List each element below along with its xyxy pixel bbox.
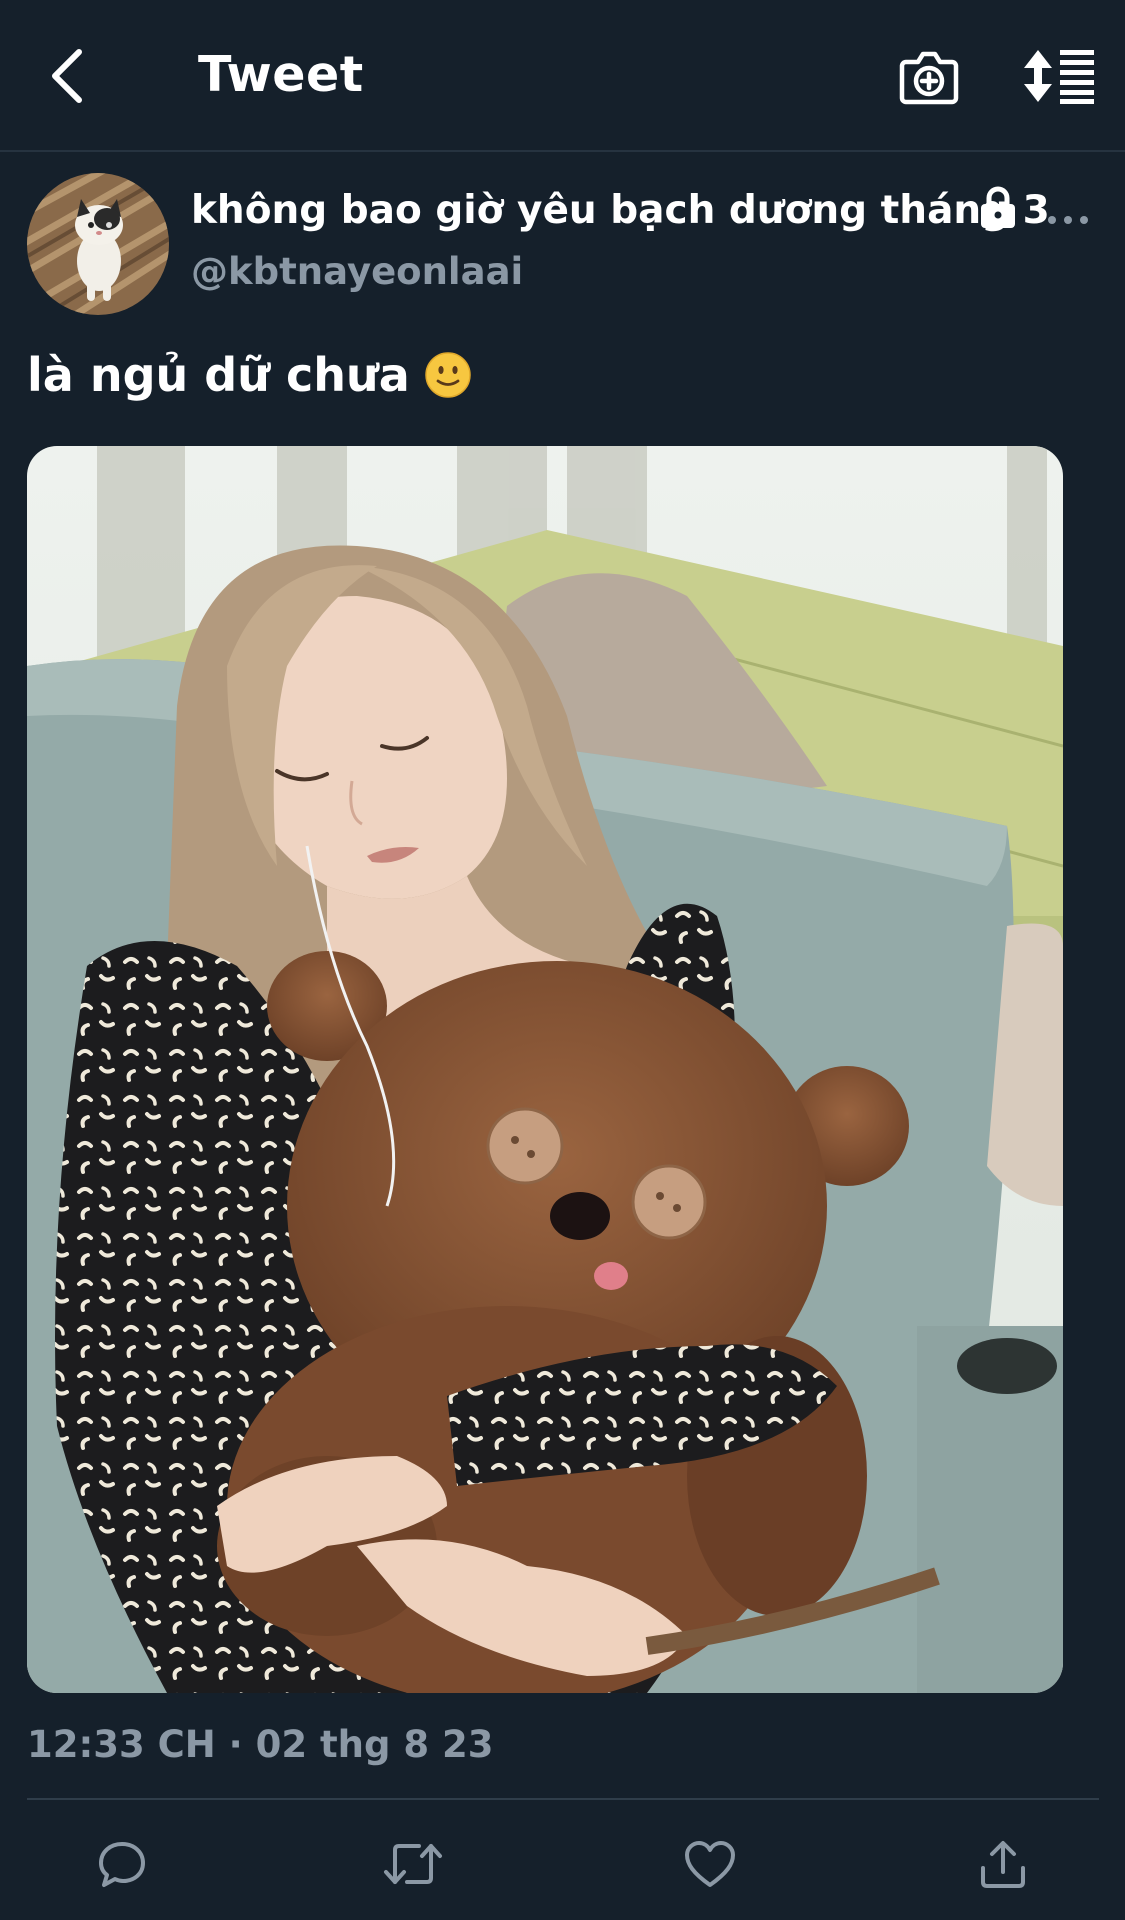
tweet-text: là ngủ dữ chưa xyxy=(27,348,472,402)
tweet-text-content: là ngủ dữ chưa xyxy=(27,348,410,402)
reply-icon xyxy=(99,1842,145,1887)
sort-replies-icon xyxy=(1024,50,1094,104)
camera-button[interactable] xyxy=(898,46,960,106)
like-button[interactable] xyxy=(680,1834,740,1894)
share-button[interactable] xyxy=(973,1834,1033,1894)
slightly-smiling-face-icon xyxy=(425,352,471,398)
sort-replies-button[interactable] xyxy=(1024,48,1096,104)
top-navigation-bar: Tweet xyxy=(0,0,1125,152)
chevron-left-icon xyxy=(52,49,82,103)
divider xyxy=(27,1798,1099,1800)
lock-icon xyxy=(981,186,1015,228)
more-options-button[interactable] xyxy=(1046,200,1090,240)
back-button[interactable] xyxy=(36,44,96,108)
more-horizontal-icon xyxy=(1048,216,1088,224)
avatar-image xyxy=(27,173,169,315)
camera-add-icon xyxy=(899,51,959,105)
photo-image xyxy=(27,446,1063,1693)
reply-button[interactable] xyxy=(92,1834,152,1894)
tweet-timestamp: 12:33 CH · 02 thg 8 23 xyxy=(27,1723,494,1766)
author-handle[interactable]: @kbtnayeonlaai xyxy=(191,250,523,293)
share-icon xyxy=(981,1841,1025,1888)
author-display-name[interactable]: không bao giờ yêu bạch dương tháng 3 xyxy=(191,188,1050,233)
retweet-icon xyxy=(384,1844,442,1884)
page-title: Tweet xyxy=(198,46,364,103)
author-avatar[interactable] xyxy=(27,173,169,315)
heart-icon xyxy=(685,1841,735,1887)
tweet-photo[interactable] xyxy=(27,446,1063,1693)
retweet-button[interactable] xyxy=(383,1834,443,1894)
